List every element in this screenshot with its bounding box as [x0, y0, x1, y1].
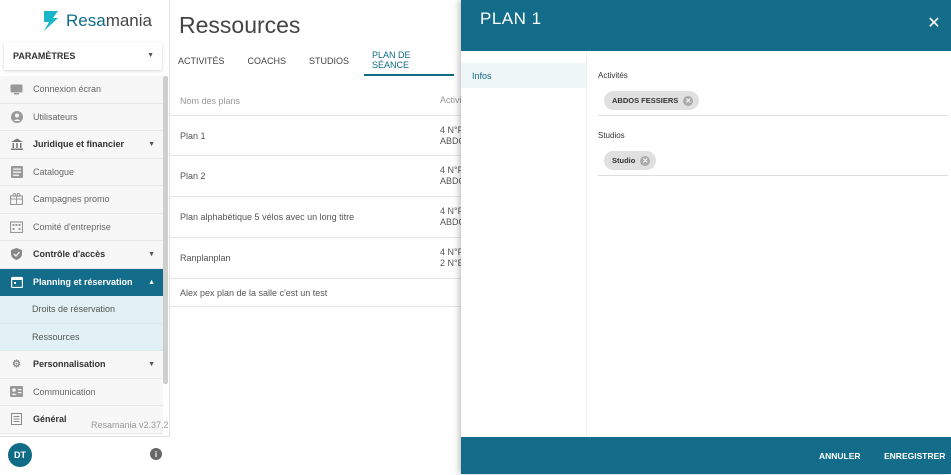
save-button[interactable]: ENREGISTRER — [884, 451, 945, 461]
header-nom-des-plans[interactable]: Nom des plans — [180, 96, 240, 106]
tab-activites[interactable]: ACTIVITÉS — [170, 46, 233, 76]
chevron-down-icon: ▼ — [148, 140, 155, 148]
chevron-down-icon: ▼ — [148, 360, 155, 368]
bank-icon — [10, 138, 23, 151]
panel-nav-infos[interactable]: Infos — [461, 63, 586, 88]
logo-text: Resamania — [66, 11, 152, 30]
activites-chip-input[interactable]: ABDOS FESSIERS ✕ — [598, 89, 948, 116]
close-icon[interactable]: ✕ — [927, 16, 941, 32]
field-label-activites: Activités — [598, 71, 628, 80]
plan-detail-panel: PLAN 1 ✕ Infos Activités ABDOS FESSIERS … — [461, 0, 951, 474]
contact-card-icon — [10, 386, 23, 398]
sidebar-item-controle-acces[interactable]: Contrôle d'accès ▼ — [0, 241, 163, 269]
sidebar-item-campagnes-promo[interactable]: Campagnes promo — [0, 186, 163, 214]
table-row[interactable]: Alex pex plan de la salle c'est un test — [170, 279, 461, 307]
tab-coachs[interactable]: COACHS — [240, 46, 295, 76]
sidebar-scrollbar[interactable] — [163, 76, 168, 384]
user-icon — [10, 110, 23, 123]
panel-header: PLAN 1 ✕ — [461, 0, 951, 51]
panel-nav: Infos — [461, 51, 587, 437]
sidebar-subitem-ressources[interactable]: Ressources — [0, 323, 163, 351]
studios-chip-input[interactable]: Studio ✕ — [598, 149, 948, 176]
sidebar: Resamania PARAMÈTRES ▼ Connexion écran U… — [0, 0, 170, 475]
panel-footer: ANNULER ENREGISTRER — [461, 437, 951, 474]
page-title: Ressources — [179, 12, 301, 38]
sidebar-item-utilisateurs[interactable]: Utilisateurs — [0, 103, 163, 131]
table-row[interactable]: Plan 1 4 N°F ABDC — [170, 116, 465, 156]
info-icon[interactable]: i — [150, 448, 162, 460]
section-select-label: PARAMÈTRES — [13, 51, 76, 61]
header-activites[interactable]: Activi — [440, 95, 462, 106]
chevron-down-icon: ▼ — [148, 250, 155, 258]
building-icon — [10, 221, 23, 233]
sidebar-item-catalogue[interactable]: Catalogue — [0, 158, 163, 186]
sidebar-item-communication[interactable]: Communication — [0, 378, 163, 406]
sidebar-item-comite-entreprise[interactable]: Comité d'entreprise — [0, 213, 163, 241]
table-header: Nom des plans Activi — [170, 86, 462, 116]
list-icon — [10, 413, 23, 426]
chip-activite: ABDOS FESSIERS ✕ — [604, 91, 700, 110]
chevron-up-icon: ▲ — [148, 278, 155, 286]
chip-remove-icon[interactable]: ✕ — [640, 155, 651, 166]
panel-title: PLAN 1 — [480, 9, 542, 28]
gear-icon: ⚙ — [12, 358, 21, 370]
screen-icon — [10, 83, 23, 95]
calendar-icon — [10, 276, 23, 289]
logo: Resamania — [0, 0, 169, 42]
avatar[interactable]: DT — [8, 443, 32, 467]
section-select[interactable]: PARAMÈTRES ▼ — [4, 42, 162, 70]
sidebar-item-personnalisation[interactable]: ⚙ Personnalisation ▼ — [0, 351, 163, 379]
cancel-button[interactable]: ANNULER — [819, 451, 861, 461]
version-text: Resamania v2.37.2 — [91, 420, 169, 430]
chip-studio: Studio ✕ — [604, 151, 657, 170]
field-label-studios: Studios — [598, 131, 625, 140]
chevron-down-icon: ▼ — [147, 52, 154, 59]
catalog-icon — [10, 165, 23, 178]
tab-plan-de-seance[interactable]: PLAN DE SÉANCE — [364, 46, 454, 76]
tab-studios[interactable]: STUDIOS — [301, 46, 357, 76]
tabs: ACTIVITÉS COACHS STUDIOS PLAN DE SÉANCE — [170, 46, 461, 76]
main-content: Ressources ACTIVITÉS COACHS STUDIOS PLAN… — [170, 0, 465, 474]
sidebar-item-juridique[interactable]: Juridique et financier ▼ — [0, 131, 163, 159]
table-row[interactable]: Ranplanplan 4 N°F 2 N°B — [170, 238, 464, 279]
sidebar-menu: Connexion écran Utilisateurs Juridique e… — [0, 76, 163, 434]
chip-remove-icon[interactable]: ✕ — [683, 95, 694, 106]
table-row[interactable]: Plan alphabétique 5 vélos avec un long t… — [170, 197, 465, 238]
sidebar-item-connexion-ecran[interactable]: Connexion écran — [0, 76, 163, 104]
shield-icon — [10, 248, 23, 261]
sidebar-item-planning-reservation[interactable]: Planning et réservation ▲ — [0, 268, 163, 296]
panel-body: Activités ABDOS FESSIERS ✕ Studios Studi… — [587, 51, 951, 437]
table-row[interactable]: Plan 2 4 N°F ABDC — [170, 156, 465, 197]
resamania-logo-icon — [44, 11, 58, 31]
sidebar-subitem-droits-reservation[interactable]: Droits de réservation — [0, 296, 163, 324]
plans-table: Nom des plans Activi Plan 1 4 N°F ABDC Pl… — [170, 86, 465, 307]
gift-icon — [10, 193, 23, 206]
